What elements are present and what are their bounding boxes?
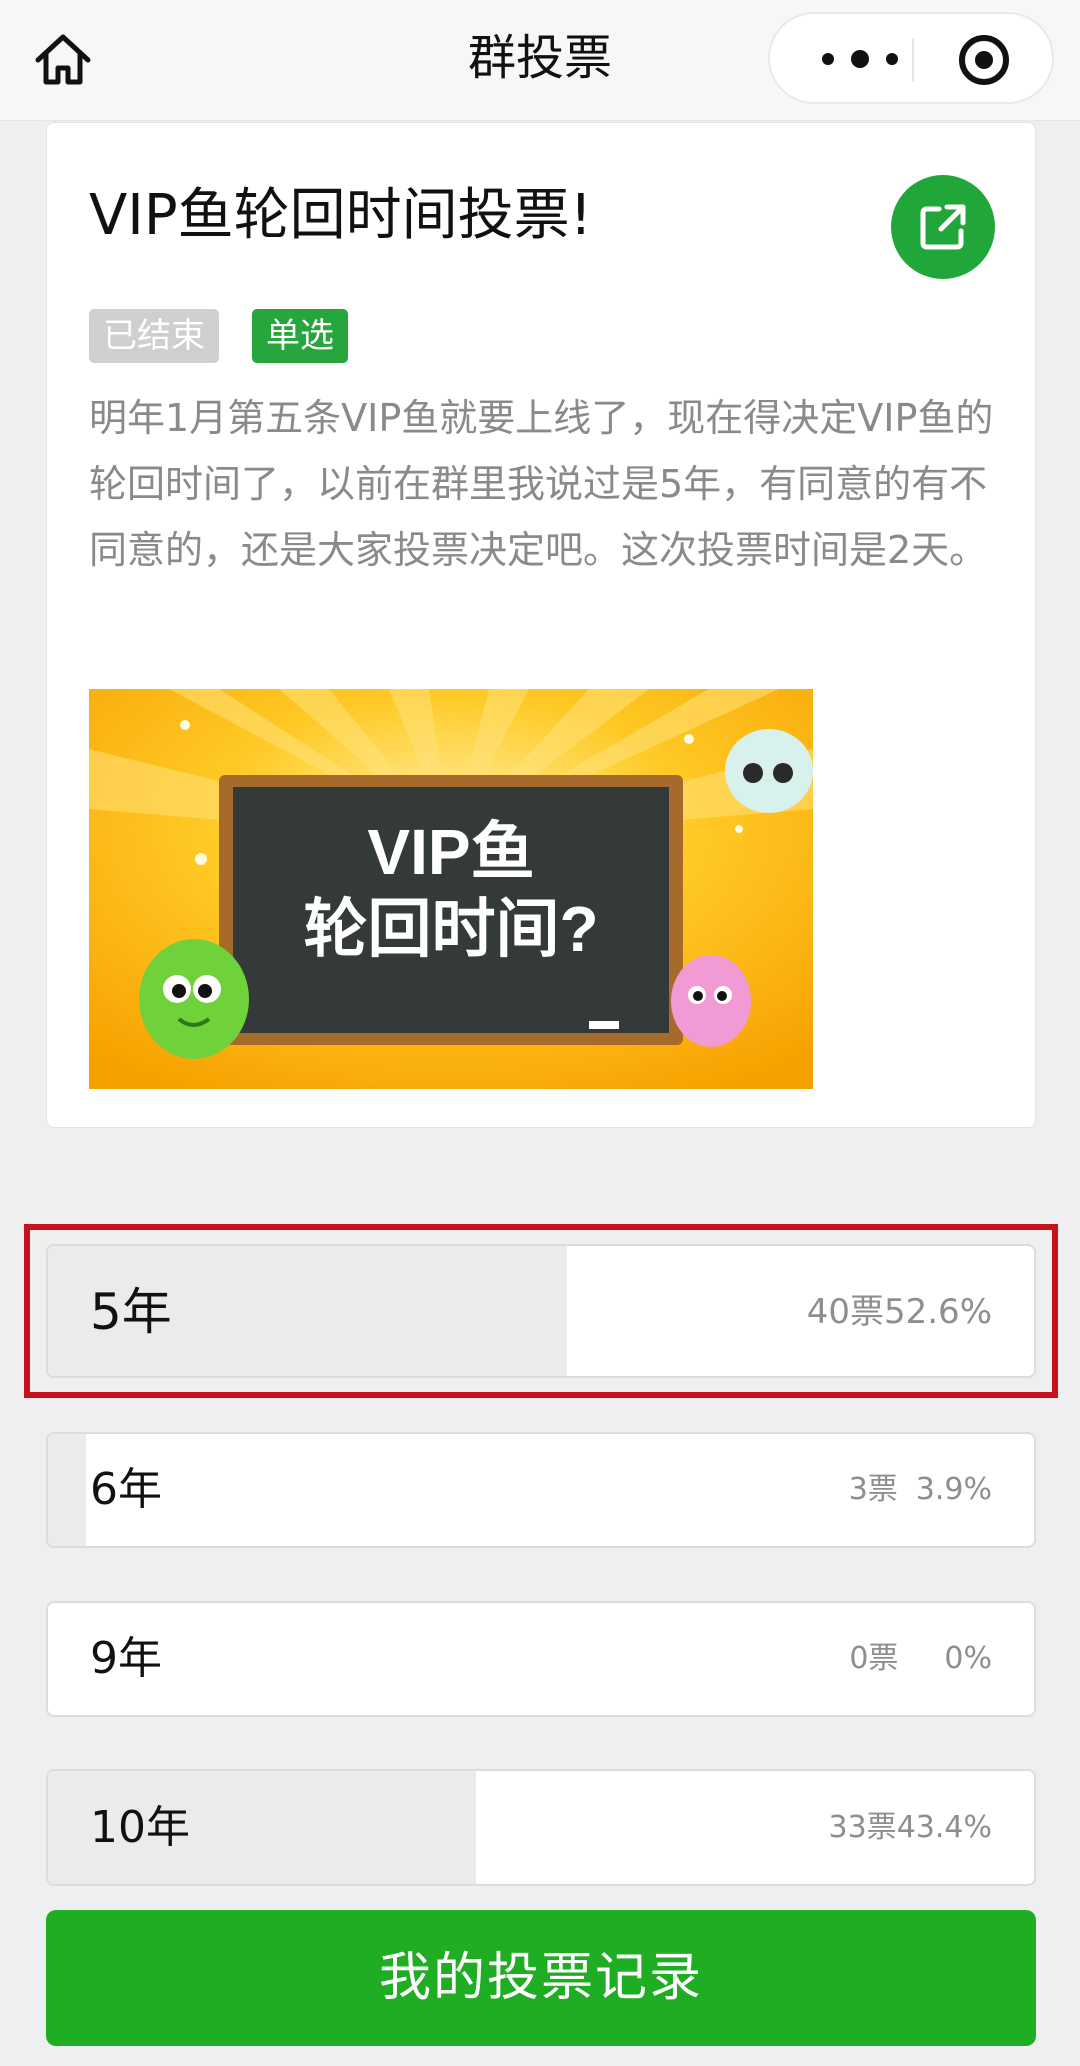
option-votes: 33票 — [828, 1810, 897, 1845]
option-stats: 3票 3.9% — [849, 1472, 992, 1508]
image-text-line2: 轮回时间? — [303, 893, 598, 965]
option-label: 10年 — [90, 1802, 190, 1853]
image-text-line1: VIP鱼 — [367, 816, 534, 888]
more-dots-icon[interactable] — [810, 44, 910, 74]
menu-capsule — [768, 12, 1054, 104]
option-9-years[interactable]: 9年 0票 0% — [46, 1601, 1036, 1717]
option-votes: 3票 — [848, 1472, 898, 1507]
option-stats: 33票43.4% — [829, 1810, 993, 1846]
option-10-years[interactable]: 10年 33票43.4% — [46, 1769, 1036, 1886]
option-label: 9年 — [90, 1633, 162, 1684]
my-vote-records-button[interactable]: 我的投票记录 — [46, 1910, 1036, 2046]
navigation-bar: 群投票 — [0, 0, 1080, 121]
option-percent: 43.4% — [896, 1810, 992, 1845]
capsule-divider — [912, 38, 914, 82]
poll-image: VIP鱼 轮回时间? — [89, 689, 813, 1089]
option-stats: 0票 0% — [849, 1641, 992, 1677]
option-label: 6年 — [90, 1464, 162, 1515]
share-external-icon — [920, 204, 966, 250]
share-button[interactable] — [891, 175, 995, 279]
option-percent: 3.9% — [915, 1472, 992, 1507]
option-percent: 0% — [944, 1641, 992, 1676]
poll-card: VIP鱼轮回时间投票! 已结束 单选 明年1月第五条VIP鱼就要上线了，现在得决… — [46, 122, 1036, 1128]
target-close-icon[interactable] — [958, 34, 1010, 86]
selected-option-highlight — [24, 1224, 1058, 1398]
option-progress-fill — [48, 1434, 87, 1546]
type-badge-single: 单选 — [252, 309, 348, 363]
option-6-years[interactable]: 6年 3票 3.9% — [46, 1432, 1036, 1548]
option-votes: 0票 — [849, 1641, 899, 1676]
status-badge-ended: 已结束 — [89, 309, 219, 363]
poll-title: VIP鱼轮回时间投票! — [89, 183, 593, 248]
poll-description: 明年1月第五条VIP鱼就要上线了，现在得决定VIP鱼的轮回时间了，以前在群里我说… — [89, 396, 994, 572]
